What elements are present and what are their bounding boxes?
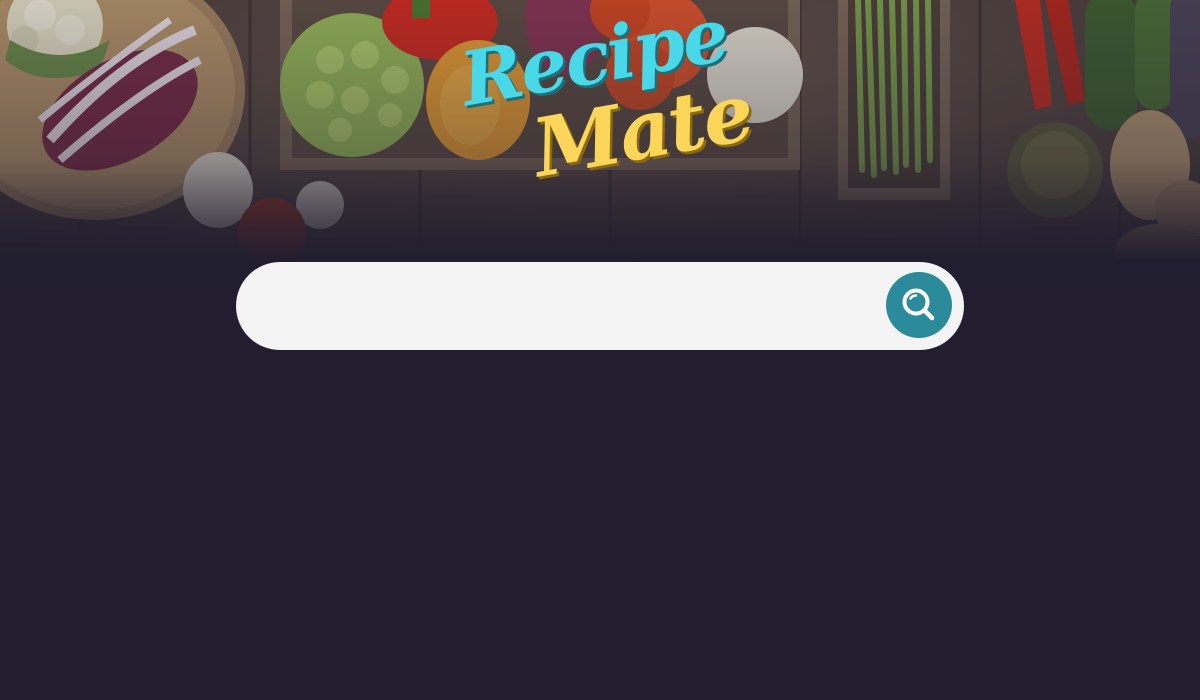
search-button[interactable] xyxy=(886,272,952,338)
hero-banner: Recipe Mate xyxy=(0,0,1200,290)
search-icon xyxy=(902,288,935,321)
page: Recipe Mate xyxy=(0,0,1200,700)
search-input[interactable] xyxy=(276,284,880,330)
app-logo: Recipe Mate xyxy=(452,0,760,203)
search-bar xyxy=(236,262,964,350)
